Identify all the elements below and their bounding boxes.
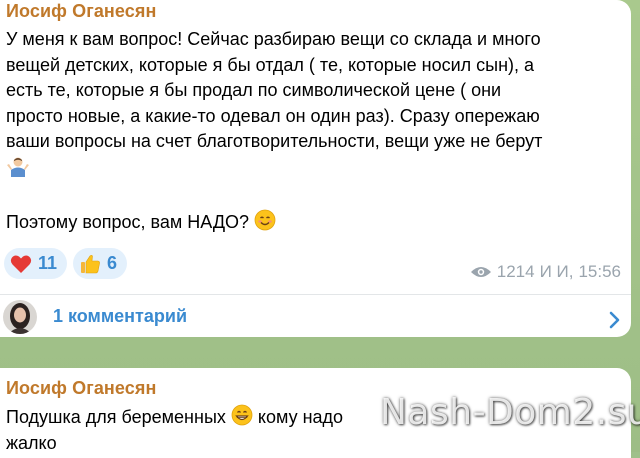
question-text: Поэтому вопрос, вам НАДО? [6,211,250,232]
message-line: ваши вопросы на счет благотворительности… [6,131,543,151]
message-segment: кому надо [257,407,344,427]
comments-count-label: 1 комментарий [53,306,188,326]
reactions-bar: 11 6 [4,248,128,279]
smiling-emoji-icon [254,209,276,230]
author-signature: И И, [539,262,574,281]
thumbs-up-icon [81,254,100,273]
heart-icon [10,254,32,273]
grinning-emoji-icon [231,404,253,426]
reaction-thumbs-up[interactable]: 6 [73,248,128,279]
empty-line [6,183,626,209]
message-line: просто новые, а какие-то одевал он один … [6,105,540,126]
message-line: есть те, которые я бы продал по символич… [6,80,502,100]
message-text: Подушка для беременных кому надо жалко [6,404,626,456]
commenter-avatar [3,300,37,334]
shrug-emoji-icon [7,157,29,177]
message-line: Подушка для беременных кому надо [6,404,626,431]
message-text: У меня к вам вопрос! Сейчас разбираю вещ… [6,27,626,235]
shrug-emoji-line [6,155,626,184]
question-line: Поэтому вопрос, вам НАДО? [6,209,626,236]
reaction-count: 6 [107,253,118,273]
message-segment: Подушка для беременных [6,407,226,427]
message-line: жалко [6,432,57,453]
eye-icon [470,267,491,277]
sender-name[interactable]: Иосиф Оганесян [6,378,156,399]
message-line: вещей детских, которые я бы отдал ( те, … [6,54,535,75]
message-bubble[interactable]: Иосиф Оганесян У меня к вам вопрос! Сейч… [0,0,631,337]
message-bubble[interactable]: Иосиф Оганесян Подушка для беременных ко… [0,368,631,458]
message-line: У меня к вам вопрос! Сейчас разбираю вещ… [6,29,541,49]
comments-button[interactable]: 1 комментарий [0,295,631,337]
reaction-count: 11 [38,253,58,273]
reaction-heart[interactable]: 11 [4,248,68,279]
chevron-right-icon [609,311,620,329]
message-time: 15:56 [578,262,621,281]
views-count: 1214 [496,262,535,281]
sender-name[interactable]: Иосиф Оганесян [6,1,156,22]
message-meta: 1214 И И, 15:56 [470,262,621,282]
